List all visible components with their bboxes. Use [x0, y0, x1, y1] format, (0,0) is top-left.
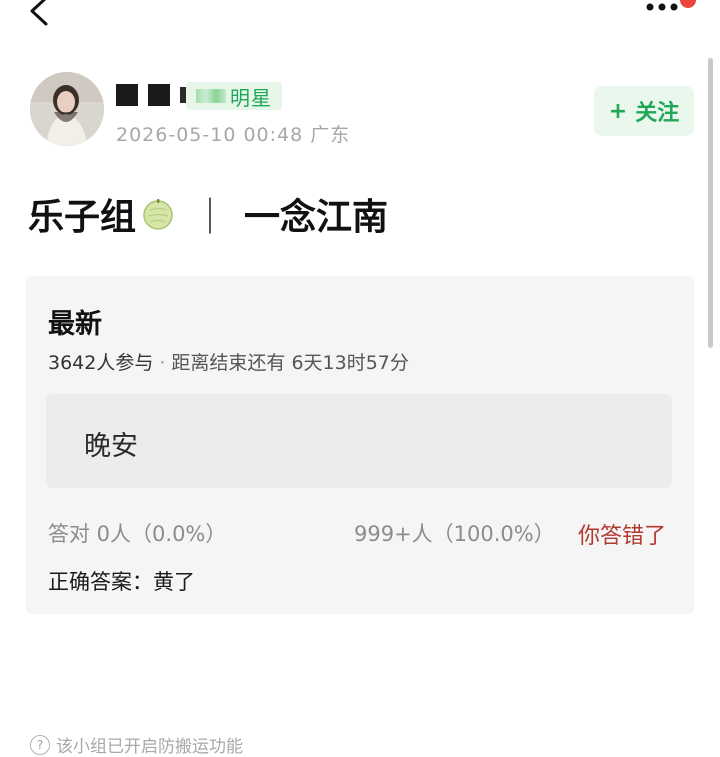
meta-separator: · [159, 352, 166, 374]
fan-badge: 明星 [186, 82, 282, 110]
question-circle-icon: ? [30, 734, 50, 755]
redaction-block [116, 84, 138, 106]
scrollbar[interactable] [708, 58, 713, 348]
badge-pixelated-text [196, 89, 226, 103]
plus-icon: + [608, 98, 628, 124]
melon-icon [143, 199, 173, 230]
avatar-image [30, 72, 104, 146]
footer-note-text: 该小组已开启防搬运功能 [56, 737, 243, 757]
result-label: 你答错了 [578, 524, 667, 549]
title-separator: ｜ [192, 197, 229, 238]
username-redacted [116, 82, 194, 108]
post-title: 乐子组 ｜ 一念江南 [28, 188, 388, 240]
badge-label: 明星 [230, 85, 272, 110]
correct-answer: 正确答案：黄了 [48, 570, 195, 594]
back-button[interactable] [22, 0, 56, 28]
quiz-meta: 3642人参与 · 距离结束还有 6天13时57分 [48, 348, 409, 375]
footer-note: ? 该小组已开启防搬运功能 [30, 732, 243, 757]
title-suffix: 一念江南 [244, 197, 389, 238]
redaction-block [148, 84, 170, 106]
post-timestamp: 2026-05-10 00:48 [116, 124, 304, 146]
avatar[interactable] [30, 72, 104, 146]
follow-label: 关注 [635, 101, 680, 126]
chevron-left-icon [30, 0, 48, 26]
participant-count: 3642人参与 [48, 352, 154, 374]
quiz-heading: 最新 [48, 309, 102, 340]
quiz-option[interactable] [46, 394, 672, 488]
correct-stats: 答对 0人（0.0%） [48, 522, 227, 546]
post-meta: 2026-05-10 00:48 广东 [116, 120, 350, 147]
time-remaining: 距离结束还有 6天13时57分 [171, 352, 409, 374]
option-label: 晚安 [84, 431, 138, 462]
title-prefix: 乐子组 [28, 197, 137, 238]
follow-button[interactable]: + 关注 [594, 86, 694, 136]
selected-stats: 999+人（100.0%） [354, 522, 555, 546]
post-location: 广东 [310, 124, 351, 146]
